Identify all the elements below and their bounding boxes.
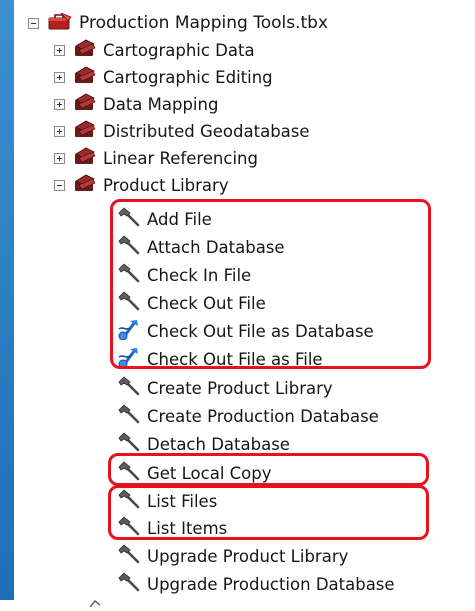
tree-node-toolset[interactable]: Linear Referencing	[54, 145, 258, 171]
tree-node-tool[interactable]: Create Production Database	[117, 403, 379, 429]
tree-node-label: Cartographic Data	[103, 40, 255, 60]
tree-node-label: Product Library	[103, 175, 229, 195]
tree-node-tool[interactable]: Upgrade Product Library	[117, 543, 348, 569]
toolbox-icon	[47, 11, 73, 35]
hammer-icon	[117, 572, 141, 596]
tree-node-label: Linear Referencing	[103, 148, 258, 168]
highlight-box-get-local-copy	[108, 453, 429, 486]
expand-toggle-icon[interactable]	[54, 125, 65, 137]
partial-tree-node-icon	[88, 592, 106, 608]
tree-node-toolset[interactable]: Product Library	[54, 172, 229, 198]
hammer-icon	[117, 544, 141, 568]
tree-node-tool[interactable]: Create Product Library	[117, 375, 333, 401]
tree-node-label: Detach Database	[147, 434, 290, 454]
tree-node-label: Data Mapping	[103, 94, 219, 114]
highlight-box-list-group	[108, 485, 429, 540]
expand-toggle-icon[interactable]	[54, 44, 65, 56]
tree-node-toolset[interactable]: Data Mapping	[54, 91, 218, 117]
tree-node-label: Upgrade Production Database	[147, 574, 395, 594]
expand-toggle-icon[interactable]	[54, 98, 65, 110]
tree-node-root[interactable]: Production Mapping Tools.tbx	[28, 10, 328, 36]
toolset-icon	[73, 173, 97, 197]
toolset-icon	[73, 146, 97, 170]
tree-node-label: Create Production Database	[147, 406, 379, 426]
tree-node-label: Production Mapping Tools.tbx	[79, 13, 329, 33]
highlight-box-checkout-group	[110, 199, 431, 369]
expand-toggle-icon[interactable]	[54, 152, 65, 164]
tree-node-label: Distributed Geodatabase	[103, 121, 310, 141]
collapse-toggle-icon[interactable]	[54, 179, 65, 191]
toolset-icon	[73, 92, 97, 116]
tree-node-label: Upgrade Product Library	[147, 546, 349, 566]
collapse-toggle-icon[interactable]	[28, 17, 39, 29]
tree-node-toolset[interactable]: Cartographic Editing	[54, 64, 273, 90]
hammer-icon	[117, 404, 141, 428]
expand-toggle-icon[interactable]	[54, 71, 65, 83]
tree-node-toolset[interactable]: Distributed Geodatabase	[54, 118, 310, 144]
toolset-icon	[73, 119, 97, 143]
tree-node-label: Cartographic Editing	[103, 67, 273, 87]
tree-node-tool[interactable]: Upgrade Production Database	[117, 571, 395, 597]
toolset-icon	[73, 65, 97, 89]
hammer-icon	[117, 376, 141, 400]
tree-node-toolset[interactable]: Cartographic Data	[54, 37, 255, 63]
toolset-icon	[73, 38, 97, 62]
tree-node-label: Create Product Library	[147, 378, 333, 398]
